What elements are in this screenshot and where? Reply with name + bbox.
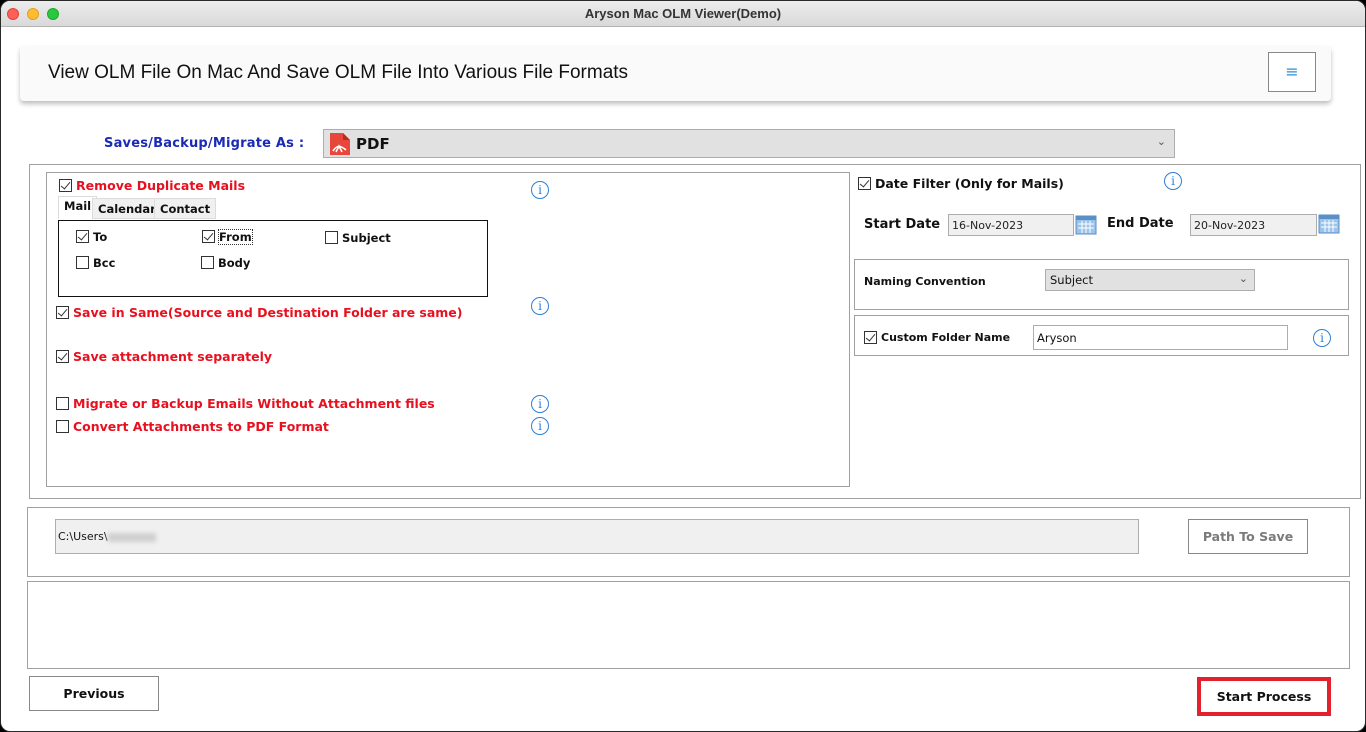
start-date-label: Start Date (864, 217, 941, 232)
menu-button[interactable]: ≡ (1268, 52, 1316, 92)
page-title: View OLM File On Mac And Save OLM File I… (48, 62, 629, 83)
custom-folder-input[interactable]: Aryson (1033, 325, 1288, 350)
save-in-same-checkbox[interactable] (56, 306, 69, 319)
calendar-icon[interactable] (1318, 213, 1340, 234)
date-filter-label: Date Filter (Only for Mails) (875, 176, 1064, 191)
format-select[interactable]: PDF ⌄ (323, 129, 1175, 158)
naming-selected-value: Subject (1050, 273, 1093, 287)
convert-attachments-pdf-checkbox[interactable] (56, 420, 69, 433)
app-window: Aryson Mac OLM Viewer(Demo) View OLM Fil… (0, 0, 1366, 732)
field-bcc-label: Bcc (93, 256, 116, 270)
convert-attachments-pdf-label: Convert Attachments to PDF Format (73, 419, 329, 434)
header-banner: View OLM File On Mac And Save OLM File I… (20, 46, 1331, 101)
destination-path-input[interactable]: C:\Users\ (55, 519, 1139, 554)
field-from-checkbox[interactable] (202, 230, 215, 243)
redacted-username (107, 532, 156, 542)
field-to-checkbox[interactable] (76, 230, 89, 243)
hamburger-menu-icon: ≡ (1285, 62, 1299, 81)
end-date-input[interactable]: 20-Nov-2023 (1190, 214, 1317, 236)
save-attachment-separately-label: Save attachment separately (73, 349, 273, 364)
chevron-down-icon: ⌄ (1238, 272, 1248, 285)
title-bar: Aryson Mac OLM Viewer(Demo) (1, 1, 1365, 27)
info-icon[interactable]: i (1164, 172, 1182, 190)
window-title: Aryson Mac OLM Viewer(Demo) (584, 6, 782, 21)
calendar-icon[interactable] (1075, 214, 1097, 235)
custom-folder-checkbox[interactable] (864, 331, 877, 344)
selected-format: PDF (356, 135, 390, 153)
start-process-button[interactable]: Start Process (1197, 677, 1331, 716)
save-attachment-separately-checkbox[interactable] (56, 350, 69, 363)
remove-duplicates-checkbox[interactable] (59, 179, 72, 192)
info-icon[interactable]: i (1313, 329, 1331, 347)
migrate-without-attachments-checkbox[interactable] (56, 397, 69, 410)
log-area (27, 581, 1350, 669)
destination-path-value: C:\Users\ (58, 530, 108, 543)
custom-folder-label: Custom Folder Name (881, 331, 1011, 344)
end-date-label: End Date (1107, 216, 1174, 231)
previous-button[interactable]: Previous (29, 676, 159, 711)
path-to-save-button[interactable]: Path To Save (1188, 519, 1308, 554)
naming-convention-label: Naming Convention (864, 275, 986, 288)
remove-duplicates-label: Remove Duplicate Mails (76, 178, 246, 193)
pdf-file-icon (330, 133, 350, 155)
tab-contact[interactable]: Contact (154, 198, 217, 219)
naming-convention-select[interactable]: Subject ⌄ (1045, 269, 1255, 291)
info-icon[interactable]: i (531, 181, 549, 199)
chevron-down-icon: ⌄ (1156, 135, 1166, 148)
save-as-label: Saves/Backup/Migrate As : (104, 136, 305, 151)
field-bcc-checkbox[interactable] (76, 256, 89, 269)
field-body-label: Body (218, 256, 251, 270)
date-filter-checkbox[interactable] (858, 177, 871, 190)
info-icon[interactable]: i (531, 297, 549, 315)
save-in-same-label: Save in Same(Source and Destination Fold… (73, 305, 463, 320)
info-icon[interactable]: i (531, 395, 549, 413)
field-subject-checkbox[interactable] (325, 231, 338, 244)
field-to-label: To (93, 230, 108, 244)
mail-fields-box (58, 220, 488, 297)
field-from-label: From (218, 229, 253, 245)
field-body-checkbox[interactable] (201, 256, 214, 269)
migrate-without-attachments-label: Migrate or Backup Emails Without Attachm… (73, 396, 435, 411)
info-icon[interactable]: i (531, 417, 549, 435)
field-subject-label: Subject (342, 231, 391, 245)
start-date-input[interactable]: 16-Nov-2023 (948, 214, 1074, 236)
tab-calendar[interactable]: Calendar (92, 198, 162, 219)
